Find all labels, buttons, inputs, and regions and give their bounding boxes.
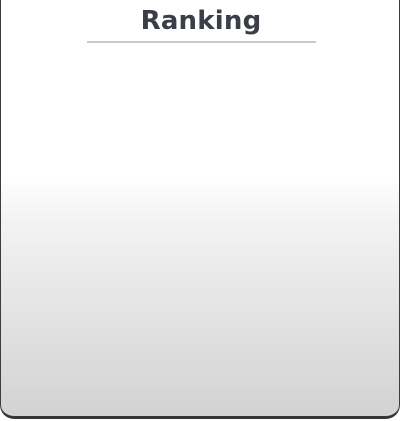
title-divider <box>87 41 316 43</box>
panel-title: Ranking <box>140 6 262 36</box>
ranking-panel: Ranking <box>0 0 400 421</box>
ranking-list <box>21 56 381 396</box>
ranking-card: Ranking <box>0 0 400 419</box>
